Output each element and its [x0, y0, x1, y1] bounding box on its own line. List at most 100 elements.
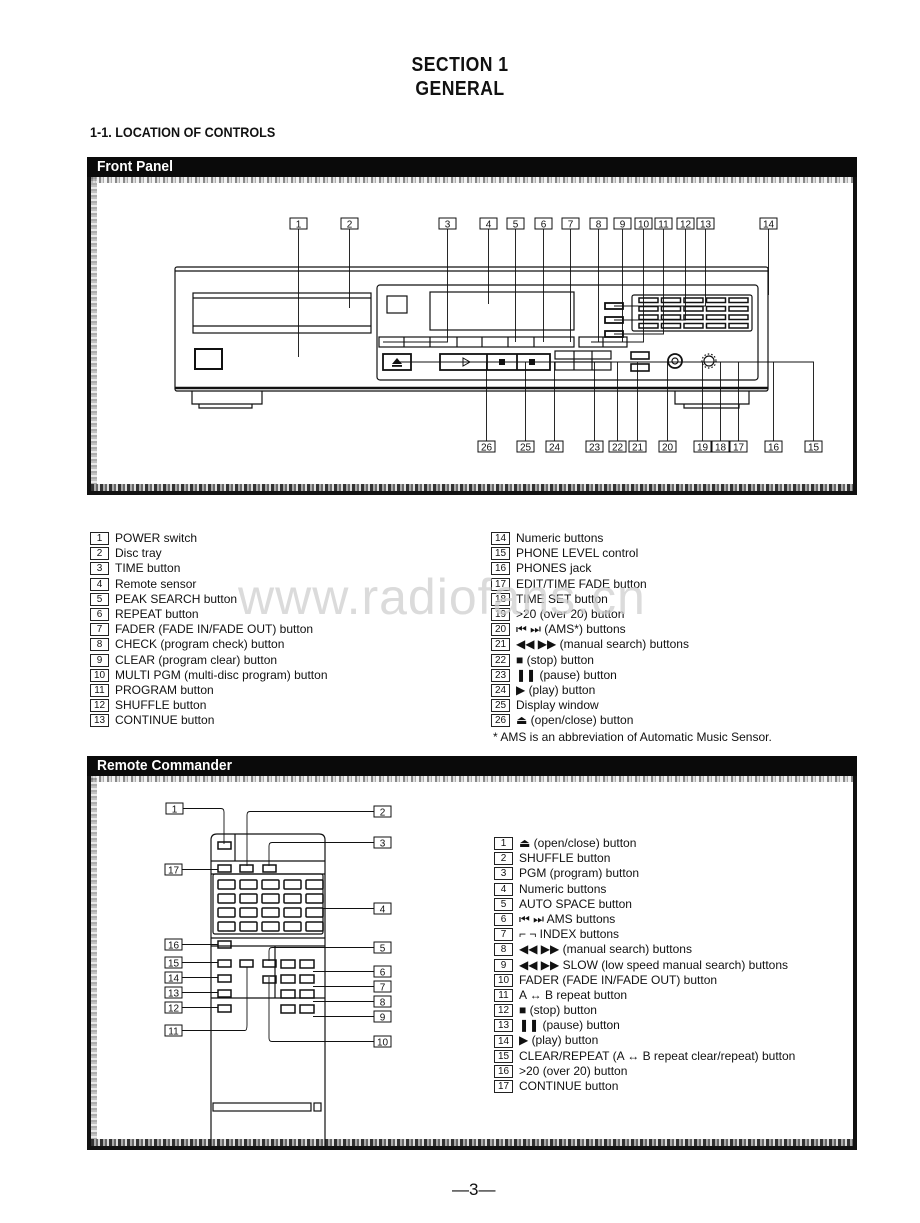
- legend-item: 7 ⌐ ¬ INDEX buttons: [494, 927, 795, 942]
- legend-label: CLEAR/REPEAT (A ↔ B repeat clear/repeat)…: [519, 1048, 796, 1063]
- transport-key: [217, 1004, 232, 1013]
- callout-number: 5: [90, 592, 109, 606]
- front-panel-legend-left: 1 POWER switch 2 Disc tray 3 TIME button 4 Remo…: [90, 531, 328, 728]
- callout-number: 8: [596, 220, 602, 231]
- callout-number: 7: [380, 983, 386, 994]
- callout-number: 9: [380, 1013, 386, 1024]
- numeric-key: [660, 322, 682, 329]
- front-callout-5: 5: [506, 217, 525, 231]
- remote-callout-3: 3: [373, 836, 392, 850]
- callout-number: 14: [494, 1034, 513, 1048]
- numeric-key: [217, 879, 236, 890]
- stop-icon: [529, 359, 535, 365]
- callout-number: 14: [763, 220, 775, 231]
- legend-label: Numeric buttons: [516, 531, 604, 545]
- legend-label: ⏏ (open/close) button: [519, 836, 637, 850]
- callout-number: 15: [168, 959, 180, 970]
- legend-label: >20 (over 20) button: [519, 1063, 628, 1078]
- callout-number: 2: [90, 547, 109, 561]
- callout-number: 8: [494, 943, 513, 957]
- front-callout-9: 9: [613, 217, 632, 231]
- search-buttons: [554, 350, 612, 360]
- callout-number: 5: [494, 897, 513, 911]
- legend-label: MULTI PGM (multi-disc program) button: [115, 667, 328, 682]
- legend-item: 23 ❚❚ (pause) button: [491, 668, 689, 683]
- callout-number: 10: [638, 220, 650, 231]
- function-key: [239, 959, 254, 968]
- callout-number: 6: [541, 220, 547, 231]
- legend-label: CLEAR (program clear) button: [115, 652, 278, 667]
- numeric-key: [305, 879, 324, 890]
- legend-item: 7 FADER (FADE IN/FADE OUT) button: [90, 622, 328, 637]
- legend-item: 10 FADER (FADE IN/FADE OUT) button: [494, 973, 795, 988]
- callout-number: 12: [494, 1004, 513, 1018]
- callout-number: 16: [491, 562, 510, 576]
- legend-label: ⏮ ⏭ (AMS*) buttons: [516, 622, 626, 637]
- callout-number: 15: [494, 1049, 513, 1063]
- legend-item: 20 ⏮ ⏭ (AMS*) buttons: [491, 622, 689, 637]
- pair-key-right: [299, 1004, 315, 1014]
- legend-label: CHECK (program check) button: [115, 637, 285, 652]
- legend-label: REPEAT button: [115, 606, 199, 621]
- callout-number: 17: [168, 866, 180, 877]
- callout-number: 16: [768, 443, 780, 454]
- display-window: [429, 291, 575, 331]
- front-callout-18: 18: [711, 440, 730, 454]
- legend-label: ⏮ ⏭ AMS buttons: [519, 911, 616, 926]
- callout-number: 1: [90, 532, 109, 546]
- front-callout-11: 11: [654, 217, 673, 231]
- callout-number: 1: [494, 837, 513, 851]
- legend-label: AUTO SPACE button: [519, 896, 632, 911]
- pair-key-left: [280, 1004, 296, 1014]
- numeric-key: [638, 297, 659, 304]
- callout-number: 3: [445, 220, 451, 231]
- legend-item: 14 ▶ (play) button: [494, 1033, 795, 1048]
- callout-number: 18: [491, 592, 510, 606]
- callout-number: 22: [491, 653, 510, 667]
- front-callout-23: 23: [585, 440, 604, 454]
- front-callout-24: 24: [545, 440, 564, 454]
- control-panel: [376, 284, 759, 381]
- callout-number: 12: [90, 699, 109, 713]
- legend-item: 9 CLEAR (program clear) button: [90, 653, 328, 668]
- front-callout-17: 17: [729, 440, 748, 454]
- callout-number: 26: [481, 443, 493, 454]
- legend-item: 22 ■ (stop) button: [491, 653, 689, 668]
- numeric-key: [638, 314, 659, 321]
- function-key: [217, 864, 232, 873]
- numeric-key: [728, 314, 749, 321]
- remote-callout-12: 12: [164, 1001, 183, 1015]
- numeric-key: [283, 907, 302, 918]
- callout-number: 1: [172, 805, 178, 816]
- front-callout-25: 25: [516, 440, 535, 454]
- numeric-key: [239, 893, 258, 904]
- legend-item: 25 Display window: [491, 698, 689, 713]
- callout-number: 11: [90, 683, 109, 697]
- numeric-key: [728, 305, 749, 312]
- legend-label: ■ (stop) button: [519, 1003, 597, 1018]
- legend-item: 18 TIME SET button: [491, 592, 689, 607]
- legend-item: 24 ▶ (play) button: [491, 683, 689, 698]
- front-callout-26: 26: [477, 440, 496, 454]
- front-callout-12: 12: [676, 217, 695, 231]
- remote-sensor: [386, 295, 408, 314]
- numeric-key: [305, 921, 324, 932]
- legend-item: 3 PGM (program) button: [494, 866, 795, 881]
- legend-label: Numeric buttons: [519, 881, 607, 896]
- callout-number: 20: [662, 443, 674, 454]
- legend-item: 15 CLEAR/REPEAT (A ↔ B repeat clear/repea…: [494, 1049, 795, 1064]
- callout-number: 17: [733, 443, 745, 454]
- callout-number: 13: [494, 1019, 513, 1033]
- callout-number: 11: [168, 1027, 179, 1038]
- legend-label: CONTINUE button: [115, 713, 215, 728]
- callout-number: 11: [658, 220, 669, 231]
- legend-item: 16 >20 (over 20) button: [494, 1064, 795, 1079]
- numeric-key: [283, 893, 302, 904]
- numeric-key: [705, 314, 727, 321]
- front-callout-21: 21: [628, 440, 647, 454]
- callout-number: 20: [491, 623, 510, 637]
- eject-key: [217, 841, 232, 850]
- legend-label: TIME button: [115, 561, 181, 576]
- callout-number: 4: [90, 577, 109, 591]
- callout-number: 10: [377, 1038, 389, 1049]
